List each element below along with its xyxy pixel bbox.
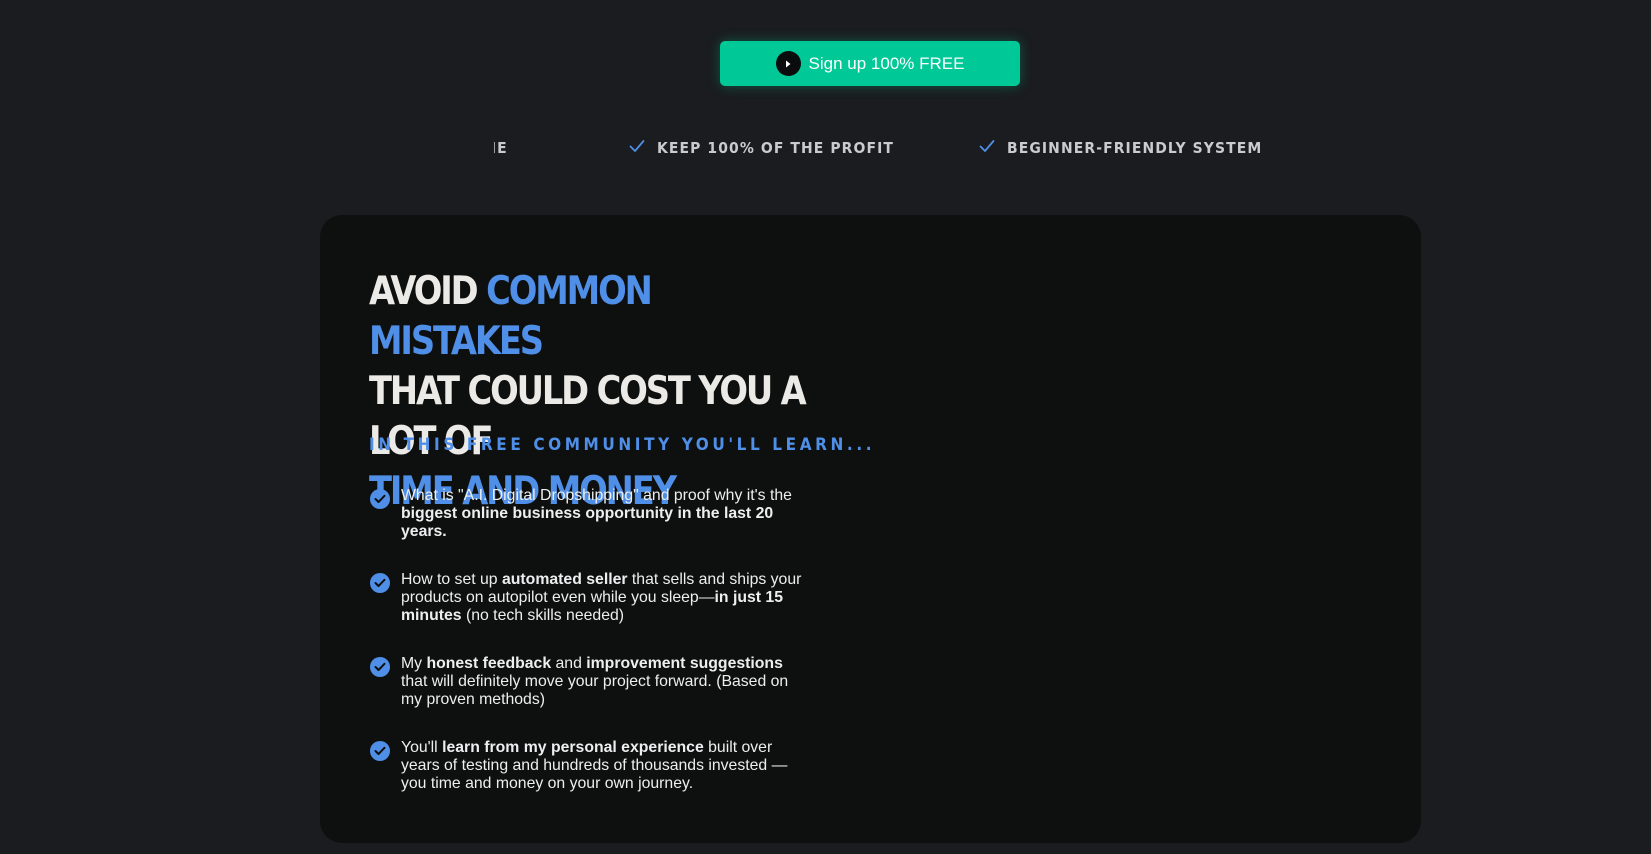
ticker-label: KEEP 100% OF THE PROFIT [657, 139, 894, 157]
benefit-text-part: and [551, 655, 587, 672]
ticker-label: YTIME [494, 139, 508, 157]
benefit-text: How to set up automated seller that sell… [401, 571, 810, 625]
benefit-text-part: (no tech skills needed) [461, 607, 625, 624]
ticker-item: YTIME [494, 134, 508, 162]
benefit-text-part: that will definitely move your project f… [401, 673, 789, 708]
ticker-label: BEGINNER-FRIENDLY SYSTEM [1007, 139, 1263, 157]
check-circle-icon [370, 573, 390, 593]
benefit-emphasis: honest feedback [426, 655, 552, 672]
signup-button-label: Sign up 100% FREE [808, 53, 965, 73]
check-circle-icon [370, 657, 390, 677]
benefit-item: My honest feedback and improvement sugge… [370, 655, 810, 709]
ticker-item: KEEP 100% OF THE PROFIT [629, 134, 894, 162]
benefit-list: What is "A.I. Digital Dropshipping" and … [370, 487, 810, 823]
signup-button[interactable]: Sign up 100% FREE [720, 41, 1020, 86]
benefit-emphasis: automated seller [501, 571, 628, 588]
benefit-text-part: What is "A.I. Digital Dropshipping" and … [401, 487, 792, 504]
benefit-item: What is "A.I. Digital Dropshipping" and … [370, 487, 810, 541]
ticker-clip: YTIME [494, 134, 544, 162]
benefit-emphasis: biggest online business opportunity in t… [401, 505, 774, 540]
headline-part: AVOID [369, 269, 487, 314]
cta-container: Sign up 100% FREE [720, 41, 1020, 86]
benefit-text: You'll learn from my personal experience… [401, 739, 810, 793]
benefit-emphasis: learn from my personal experience [442, 739, 704, 756]
benefit-text-part: My [401, 655, 427, 672]
check-circle-icon [370, 489, 390, 509]
benefit-item: You'll learn from my personal experience… [370, 739, 810, 793]
benefits-ticker: YTIME KEEP 100% OF THE PROFIT BEGINNER-F… [0, 134, 1651, 162]
checkmark-icon [629, 139, 645, 157]
checkmark-icon [979, 139, 995, 157]
benefit-text-part: How to set up [401, 571, 502, 588]
content-card: AVOID COMMON MISTAKES THAT COULD COST YO… [320, 215, 1421, 843]
benefit-text: What is "A.I. Digital Dropshipping" and … [401, 487, 810, 541]
benefit-text: My honest feedback and improvement sugge… [401, 655, 810, 709]
ticker-item: BEGINNER-FRIENDLY SYSTEM [979, 134, 1262, 162]
play-icon [775, 51, 801, 76]
check-circle-icon [370, 741, 390, 761]
benefit-item: How to set up automated seller that sell… [370, 571, 810, 625]
benefit-text-part: You'll [401, 739, 443, 756]
benefit-emphasis: improvement suggestions [586, 655, 783, 672]
subheading: IN THIS FREE COMMUNITY YOU'LL LEARN... [369, 435, 876, 455]
headline: AVOID COMMON MISTAKES THAT COULD COST YO… [369, 267, 820, 517]
